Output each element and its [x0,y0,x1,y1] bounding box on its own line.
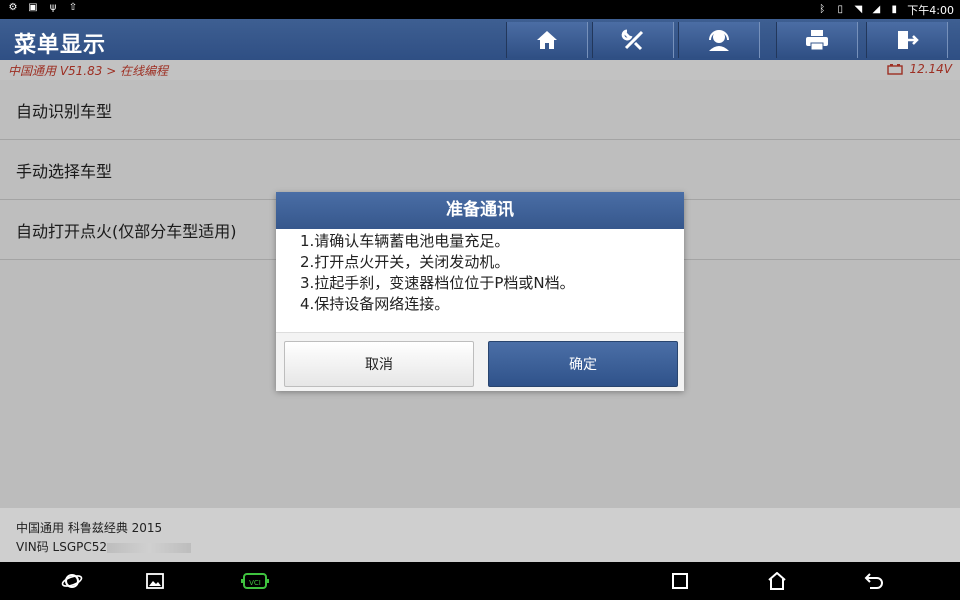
vibrate-icon: ▯ [837,4,844,15]
usb-icon: ψ [49,2,57,13]
gallery-button[interactable] [143,570,167,592]
recent-apps-button[interactable] [668,570,692,592]
dialog-line: 4.保持设备网络连接。 [300,295,450,313]
print-button[interactable] [776,22,858,58]
signal-icon: ◢ [872,4,881,15]
dialog-button-bar: 取消 确定 [276,332,684,391]
status-bar: ⚙ ▣ ψ ⇧ ᛒ ▯ ◥ ◢ ▮ 下午4:00 [0,0,960,19]
dialog-line: 3.拉起手刹，变速器档位位于P档或N档。 [300,274,575,292]
vci-icon: VCI [241,573,269,589]
page-title: 菜单显示 [14,33,107,58]
back-button[interactable] [862,570,886,592]
print-icon [806,30,828,51]
home-icon [537,31,557,49]
exit-icon [898,31,919,49]
prepare-communication-dialog: 准备通讯 1.请确认车辆蓄电池电量充足。 2.打开点火开关，关闭发动机。 3.拉… [276,192,684,391]
browser-icon [61,574,83,588]
bluetooth-icon: ᛒ [819,4,826,15]
dialog-title: 准备通讯 [276,192,684,229]
vin-label: VIN码 LSGPC52 [16,540,108,554]
battery-icon: ▮ [891,4,898,15]
diagnostics-icon [621,29,644,51]
exit-button[interactable] [866,22,948,58]
diagnostics-button[interactable] [592,22,674,58]
support-icon [709,30,729,51]
vehicle-info-footer: 中国通用 科鲁兹经典 2015 VIN码 LSGPC52 [0,508,960,562]
home-nav-button[interactable] [765,570,789,592]
wifi-icon: ◥ [854,4,863,15]
back-icon [864,573,883,589]
vin-line: VIN码 LSGPC52 [16,538,192,555]
vin-redacted [107,542,192,553]
dialog-body: 1.请确认车辆蓄电池电量充足。 2.打开点火开关，关闭发动机。 3.拉起手刹，变… [276,229,684,315]
home-nav-icon [768,572,786,590]
upload-icon: ⇧ [68,2,78,13]
dialog-line: 1.请确认车辆蓄电池电量充足。 [300,232,510,250]
vehicle-name: 中国通用 科鲁兹经典 2015 [16,521,163,535]
dialog-line: 2.打开点火开关，关闭发动机。 [300,253,510,271]
confirm-button[interactable]: 确定 [488,341,678,387]
image-icon: ▣ [28,2,38,13]
home-button[interactable] [506,22,588,58]
recent-apps-icon [672,573,688,589]
navigation-bar: VCI [0,562,960,600]
app-header: 菜单显示 [0,19,960,60]
vci-label: VCI [249,579,261,587]
browser-button[interactable] [60,570,84,592]
gallery-icon [146,573,164,589]
support-button[interactable] [678,22,760,58]
vci-button[interactable]: VCI [241,570,269,592]
status-time: 下午4:00 [907,4,954,17]
cancel-button[interactable]: 取消 [284,341,474,387]
settings-icon: ⚙ [8,2,18,13]
